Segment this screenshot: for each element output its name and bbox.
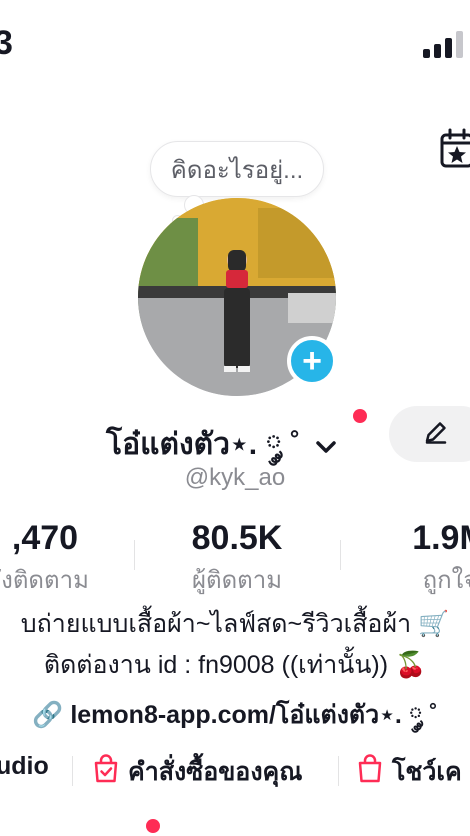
bio-line-1: บถ่ายแบบเสื้อผ้า~ไลฟ์สด~รีวิวเสื้อผ้า 🛒 <box>20 610 450 638</box>
bio-link-row[interactable]: 🔗 lemon8-app.com/โอ๋แต่งตัว⋆. ༘ ˚ <box>0 686 470 757</box>
likes-count[interactable]: 1.9M <box>395 519 470 558</box>
notification-dot <box>146 819 160 833</box>
username: @kyk_ao <box>184 464 286 491</box>
followers-label: ผู้ติดตาม <box>191 567 283 594</box>
tab-divider <box>72 756 73 786</box>
tab-orders[interactable]: คำสั่งซื้อของคุณ <box>92 752 302 792</box>
display-name-text: โอ๋แต่งตัว⋆. ༘ ˚ <box>106 428 301 461</box>
tab-studio-label: udio <box>0 752 49 780</box>
notification-dot <box>353 409 367 423</box>
bio-line-2: ติดต่องาน id : fn9008 ((เท่านั้น)) 🍒 <box>43 651 427 679</box>
plus-icon: + <box>302 342 322 380</box>
chevron-down-icon <box>315 429 337 463</box>
cellular-signal-icon <box>423 30 467 58</box>
stat-divider <box>134 540 135 570</box>
tab-divider <box>338 756 339 786</box>
likes-label: ถูกใจ <box>422 567 470 594</box>
following-count[interactable]: ,470 <box>0 519 100 558</box>
pencil-icon <box>423 419 449 450</box>
shopping-bag-check-icon <box>92 753 120 791</box>
status-time: 3 <box>0 24 13 62</box>
following-label: ังติดตาม <box>1 567 89 594</box>
stat-divider <box>340 540 341 570</box>
edit-profile-button[interactable] <box>389 406 470 462</box>
add-story-button[interactable]: + <box>287 336 337 386</box>
shopping-bag-icon <box>356 753 384 791</box>
tab-showcase[interactable]: โชว์เค <box>356 752 462 792</box>
status-note-placeholder: คิดอะไรอยู่... <box>170 156 304 184</box>
tab-showcase-label: โชว์เค <box>392 758 462 786</box>
status-note-bubble[interactable]: คิดอะไรอยู่... <box>150 141 324 197</box>
tab-studio[interactable]: udio <box>0 752 49 781</box>
bio-link[interactable]: lemon8-app.com/โอ๋แต่งตัว⋆. ༘ ˚ <box>70 701 437 729</box>
link-icon: 🔗 <box>32 701 64 729</box>
followers-count[interactable]: 80.5K <box>167 519 307 558</box>
tab-orders-label: คำสั่งซื้อของคุณ <box>128 758 303 786</box>
calendar-star-icon[interactable] <box>440 128 470 168</box>
